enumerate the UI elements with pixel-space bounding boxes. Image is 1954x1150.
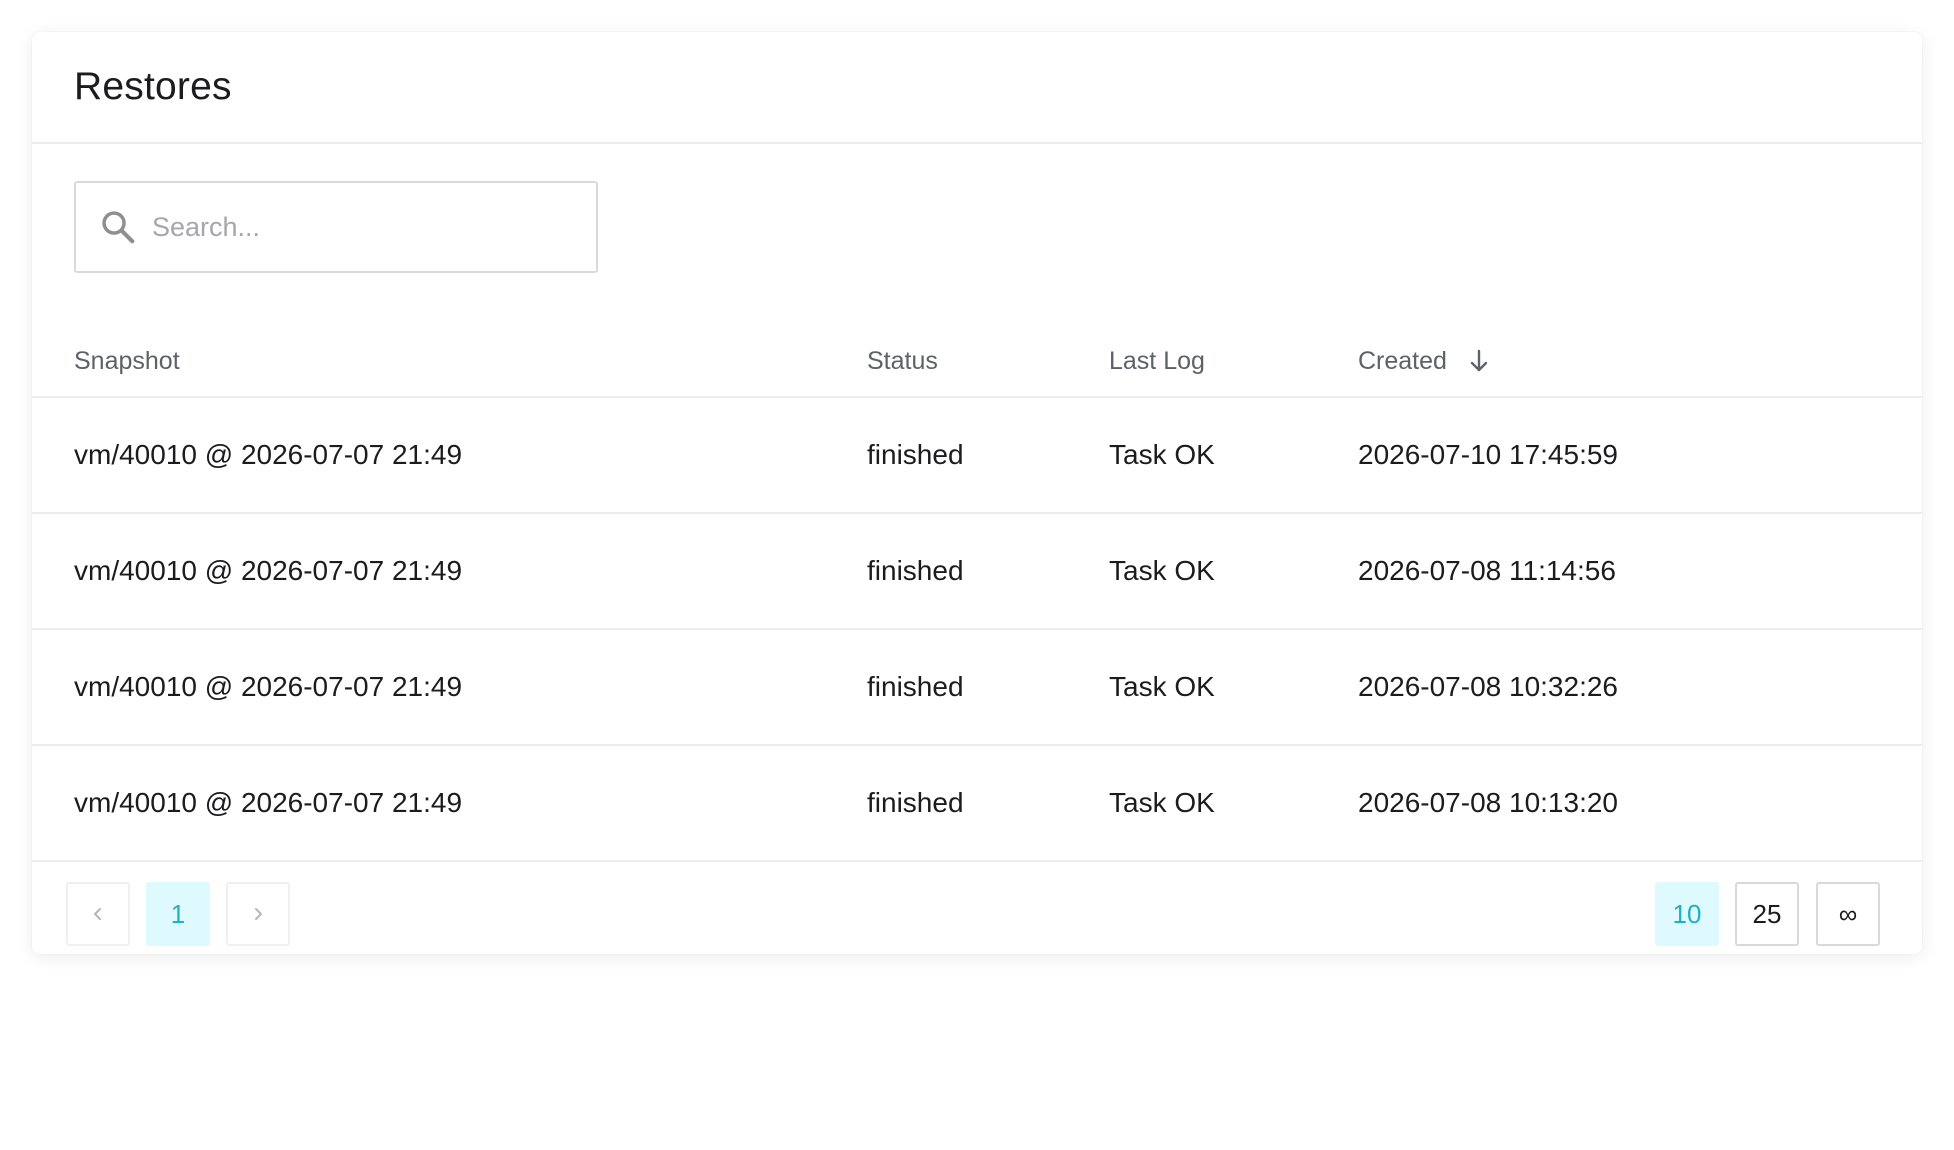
page-size-25-button[interactable]: 25 xyxy=(1735,882,1799,946)
column-header-created-label: Created xyxy=(1358,346,1447,375)
prev-page-button[interactable] xyxy=(66,882,130,946)
cell-created: 2026-07-08 10:32:26 xyxy=(1358,671,1618,702)
next-page-button[interactable] xyxy=(226,882,290,946)
pagination: 1 10 25 ∞ xyxy=(32,870,1922,954)
cell-last-log: Task OK xyxy=(1109,787,1215,818)
page-size-all-button[interactable]: ∞ xyxy=(1816,882,1880,946)
cell-last-log: Task OK xyxy=(1109,671,1215,702)
page-size-10-button[interactable]: 10 xyxy=(1655,882,1719,946)
chevron-left-icon xyxy=(92,899,104,930)
table-row[interactable]: vm/40010 @ 2026-07-07 21:49 finished Tas… xyxy=(32,630,1922,746)
column-header-created[interactable]: Created xyxy=(1358,347,1489,376)
cell-status: finished xyxy=(867,555,964,586)
column-header-last-log[interactable]: Last Log xyxy=(1109,347,1205,376)
cell-status: finished xyxy=(867,671,964,702)
cell-status: finished xyxy=(867,787,964,818)
cell-snapshot: vm/40010 @ 2026-07-07 21:49 xyxy=(74,671,463,702)
column-header-snapshot[interactable]: Snapshot xyxy=(74,347,180,376)
cell-snapshot: vm/40010 @ 2026-07-07 21:49 xyxy=(74,439,463,470)
arrow-down-icon[interactable] xyxy=(1469,349,1489,373)
search-input[interactable] xyxy=(152,211,552,243)
card-header: Restores xyxy=(32,32,1922,144)
page-title: Restores xyxy=(74,65,232,108)
cell-snapshot: vm/40010 @ 2026-07-07 21:49 xyxy=(74,787,463,818)
search-icon xyxy=(98,207,138,247)
table-row[interactable]: vm/40010 @ 2026-07-07 21:49 finished Tas… xyxy=(32,398,1922,514)
restores-card: Restores Snapshot Status Last Log Create… xyxy=(32,32,1922,954)
column-header-status[interactable]: Status xyxy=(867,347,938,376)
cell-status: finished xyxy=(867,439,964,470)
chevron-right-icon xyxy=(252,899,264,930)
search-box[interactable] xyxy=(74,181,598,273)
cell-created: 2026-07-08 11:14:56 xyxy=(1358,555,1616,586)
table-header: Snapshot Status Last Log Created xyxy=(32,326,1922,398)
cell-last-log: Task OK xyxy=(1109,555,1215,586)
cell-snapshot: vm/40010 @ 2026-07-07 21:49 xyxy=(74,555,463,586)
table-row[interactable]: vm/40010 @ 2026-07-07 21:49 finished Tas… xyxy=(32,746,1922,862)
table-row[interactable]: vm/40010 @ 2026-07-07 21:49 finished Tas… xyxy=(32,514,1922,630)
restores-table: Snapshot Status Last Log Created vm/4001… xyxy=(32,326,1922,862)
page-button-current[interactable]: 1 xyxy=(146,882,210,946)
cell-created: 2026-07-10 17:45:59 xyxy=(1358,439,1618,470)
cell-last-log: Task OK xyxy=(1109,439,1215,470)
cell-created: 2026-07-08 10:13:20 xyxy=(1358,787,1618,818)
